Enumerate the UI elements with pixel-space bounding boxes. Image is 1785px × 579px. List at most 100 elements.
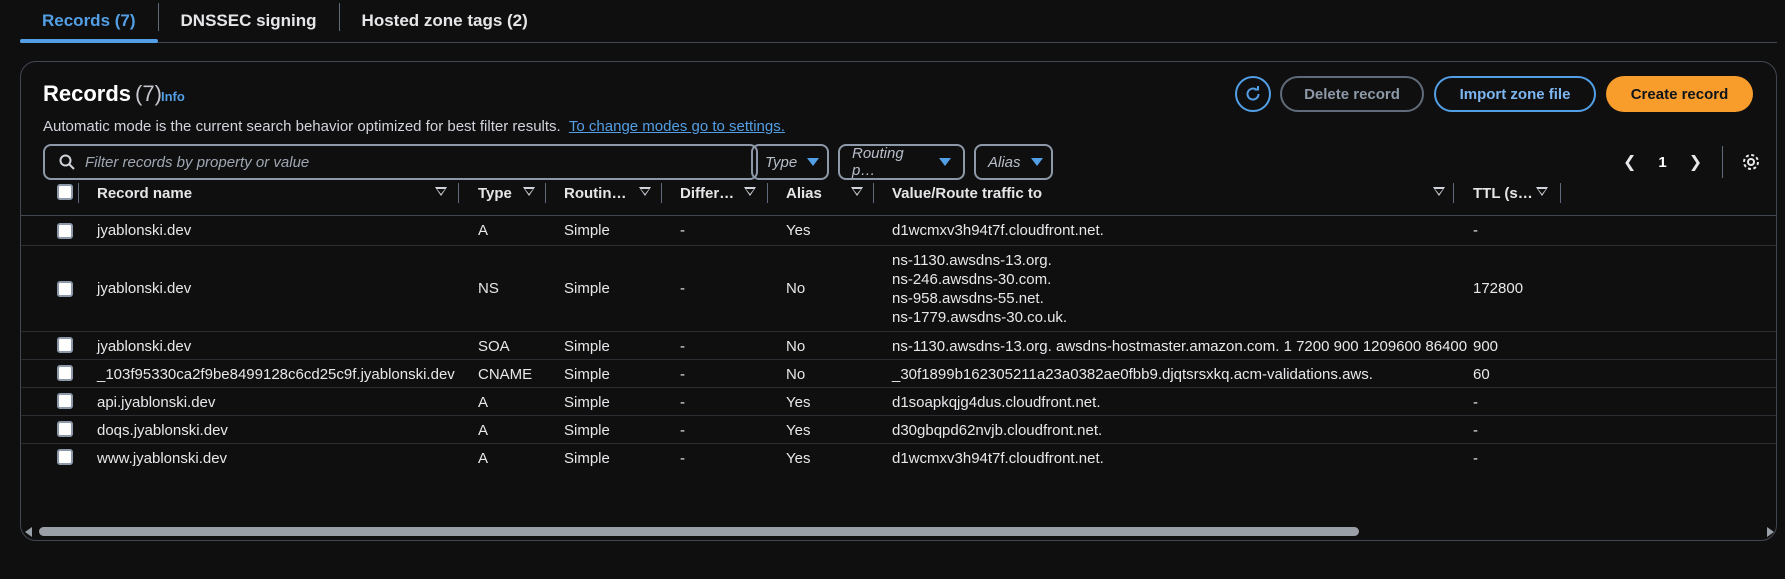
column-divider — [661, 183, 662, 203]
column-header-differentiator[interactable]: Differ… — [680, 170, 734, 216]
table-row[interactable]: doqs.jyablonski.dev A Simple - Yes d30gb… — [21, 416, 1776, 444]
search-input[interactable] — [85, 153, 725, 171]
import-zone-file-button[interactable]: Import zone file — [1434, 76, 1596, 112]
routing-policy: Simple — [564, 366, 610, 383]
gear-icon — [1743, 154, 1759, 170]
records-panel: Records (7) Info Automatic mode is the cu… — [20, 61, 1777, 541]
record-name: _103f95330ca2f9be8499128c6cd25c9f.jyablo… — [97, 366, 455, 383]
alias-value: Yes — [786, 394, 811, 411]
caret-down-icon — [807, 158, 820, 166]
differentiator: - — [680, 338, 685, 355]
previous-page-icon[interactable]: ❮ — [1623, 152, 1636, 172]
record-value-line: ns-958.awsdns-55.net. — [892, 290, 1044, 307]
table-row[interactable]: jyablonski.dev A Simple - Yes d1wcmxv3h9… — [21, 216, 1776, 246]
record-value: _30f1899b162305211a23a0382ae0fbb9.djqtsr… — [892, 366, 1373, 383]
alias-value: No — [786, 338, 806, 355]
column-divider — [458, 183, 459, 203]
column-header-type[interactable]: Type — [478, 170, 512, 216]
sort-icon[interactable] — [744, 187, 756, 196]
record-value: d1soapkqjg4dus.cloudfront.net. — [892, 394, 1101, 411]
row-checkbox[interactable] — [57, 281, 73, 297]
sort-icon[interactable] — [435, 187, 447, 196]
record-type: A — [478, 450, 489, 467]
alias-value: Yes — [786, 222, 811, 239]
ttl-value: - — [1473, 422, 1478, 439]
ttl-value: 900 — [1473, 338, 1499, 355]
select-all-checkbox[interactable] — [57, 184, 73, 200]
routing-policy: Simple — [564, 450, 610, 467]
column-header-value[interactable]: Value/Route traffic to — [892, 170, 1042, 216]
caret-down-icon — [1030, 158, 1043, 166]
scroll-left-icon[interactable] — [25, 527, 32, 537]
table-row[interactable]: jyablonski.dev SOA Simple - No ns-1130.a… — [21, 332, 1776, 360]
info-link[interactable]: Info — [161, 89, 185, 104]
record-type: A — [478, 222, 489, 239]
record-type: A — [478, 422, 489, 439]
column-header-routing-policy[interactable]: Routin… — [564, 170, 626, 216]
differentiator: - — [680, 222, 685, 239]
tab-bar: Records (7) DNSSEC signing Hosted zone t… — [20, 0, 1777, 43]
next-page-icon[interactable]: ❯ — [1689, 152, 1702, 172]
settings-link[interactable]: To change modes go to settings. — [569, 118, 785, 135]
create-record-button[interactable]: Create record — [1606, 76, 1753, 112]
row-checkbox[interactable] — [57, 223, 73, 239]
row-checkbox[interactable] — [57, 449, 73, 465]
routing-policy: Simple — [564, 338, 610, 355]
column-divider — [1560, 183, 1561, 203]
record-type: CNAME — [478, 366, 533, 383]
record-value-line: ns-1130.awsdns-13.org. — [892, 252, 1052, 269]
horizontal-scrollbar[interactable] — [21, 522, 1776, 540]
caret-down-icon — [939, 158, 951, 166]
records-count: (7) — [135, 81, 162, 106]
table-row[interactable]: www.jyablonski.dev A Simple - Yes d1wcmx… — [21, 444, 1776, 474]
tab-hosted-zone-tags[interactable]: Hosted zone tags (2) — [340, 0, 550, 42]
sort-icon[interactable] — [1433, 187, 1445, 196]
tab-records[interactable]: Records (7) — [20, 0, 158, 43]
row-checkbox[interactable] — [57, 421, 73, 437]
record-name: jyablonski.dev — [97, 338, 192, 355]
row-checkbox[interactable] — [57, 365, 73, 381]
row-checkbox[interactable] — [57, 393, 73, 409]
record-value: d1wcmxv3h94t7f.cloudfront.net. — [892, 222, 1104, 239]
search-mode-text: Automatic mode is the current search beh… — [43, 118, 561, 135]
column-header-record-name[interactable]: Record name — [97, 170, 192, 216]
differentiator: - — [680, 450, 685, 467]
alias-filter-label: Alias — [988, 153, 1021, 171]
routing-policy: Simple — [564, 394, 610, 411]
tab-dnssec-signing[interactable]: DNSSEC signing — [159, 0, 339, 42]
refresh-button[interactable] — [1235, 76, 1271, 112]
table-row[interactable]: api.jyablonski.dev A Simple - Yes d1soap… — [21, 388, 1776, 416]
table-header: Record name Type Routin… Differ… Alias V… — [21, 170, 1776, 216]
scroll-right-icon[interactable] — [1767, 527, 1774, 537]
row-checkbox[interactable] — [57, 337, 73, 353]
routing-policy: Simple — [564, 280, 610, 297]
differentiator: - — [680, 394, 685, 411]
ttl-value: 172800 — [1473, 280, 1524, 297]
ttl-value: 60 — [1473, 366, 1490, 383]
record-name: api.jyablonski.dev — [97, 394, 216, 411]
record-type: SOA — [478, 338, 510, 355]
record-type: A — [478, 394, 489, 411]
table-row[interactable]: _103f95330ca2f9be8499128c6cd25c9f.jyablo… — [21, 360, 1776, 388]
record-name: jyablonski.dev — [97, 280, 192, 297]
sort-icon[interactable] — [851, 187, 863, 196]
column-header-ttl[interactable]: TTL (s… — [1473, 170, 1533, 216]
differentiator: - — [680, 280, 685, 297]
current-page[interactable]: 1 — [1658, 154, 1666, 171]
column-divider — [767, 183, 768, 203]
routing-policy: Simple — [564, 422, 610, 439]
sort-icon[interactable] — [639, 187, 651, 196]
column-divider — [78, 183, 79, 203]
alias-value: No — [786, 366, 806, 383]
sort-icon[interactable] — [523, 187, 535, 196]
sort-icon[interactable] — [1536, 187, 1548, 196]
scrollbar-thumb[interactable] — [39, 527, 1359, 536]
column-header-alias[interactable]: Alias — [786, 170, 822, 216]
page-title: Records (7) — [43, 81, 162, 107]
delete-record-button[interactable]: Delete record — [1280, 76, 1424, 112]
refresh-icon — [1246, 86, 1260, 101]
table-row[interactable]: jyablonski.dev NS Simple - No ns-1130.aw… — [21, 246, 1776, 332]
search-mode-description: Automatic mode is the current search beh… — [43, 118, 785, 135]
alias-value: Yes — [786, 450, 811, 467]
differentiator: - — [680, 366, 685, 383]
